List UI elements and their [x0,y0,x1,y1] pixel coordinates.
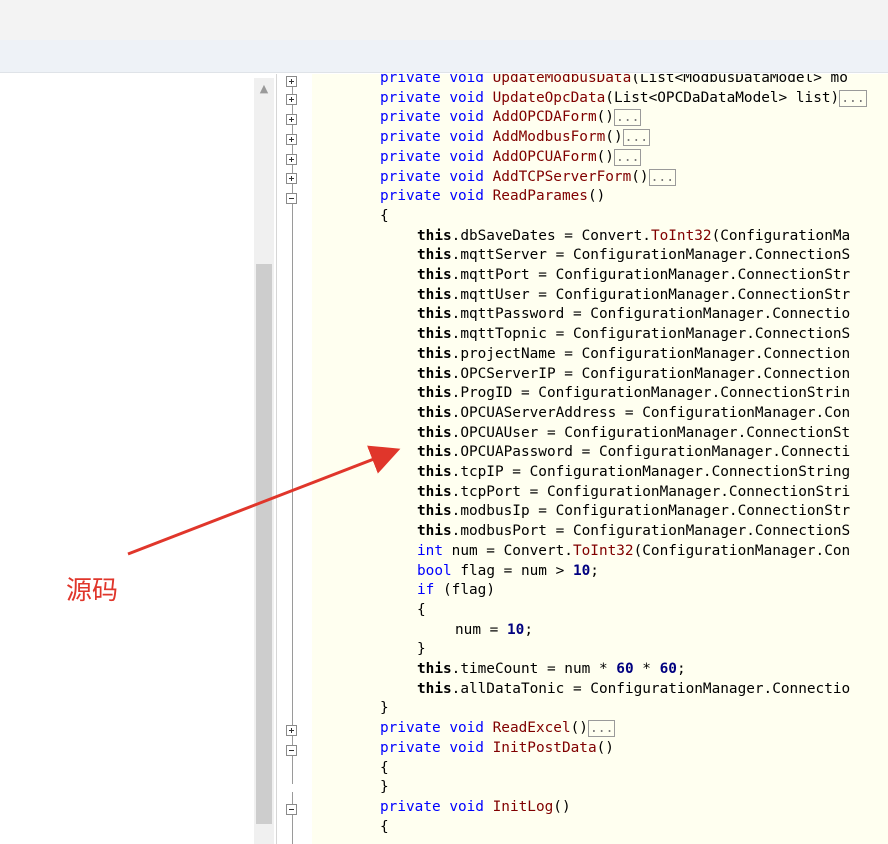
annotation-arrow [127,445,401,556]
annotation-label: 源码 [66,576,119,606]
